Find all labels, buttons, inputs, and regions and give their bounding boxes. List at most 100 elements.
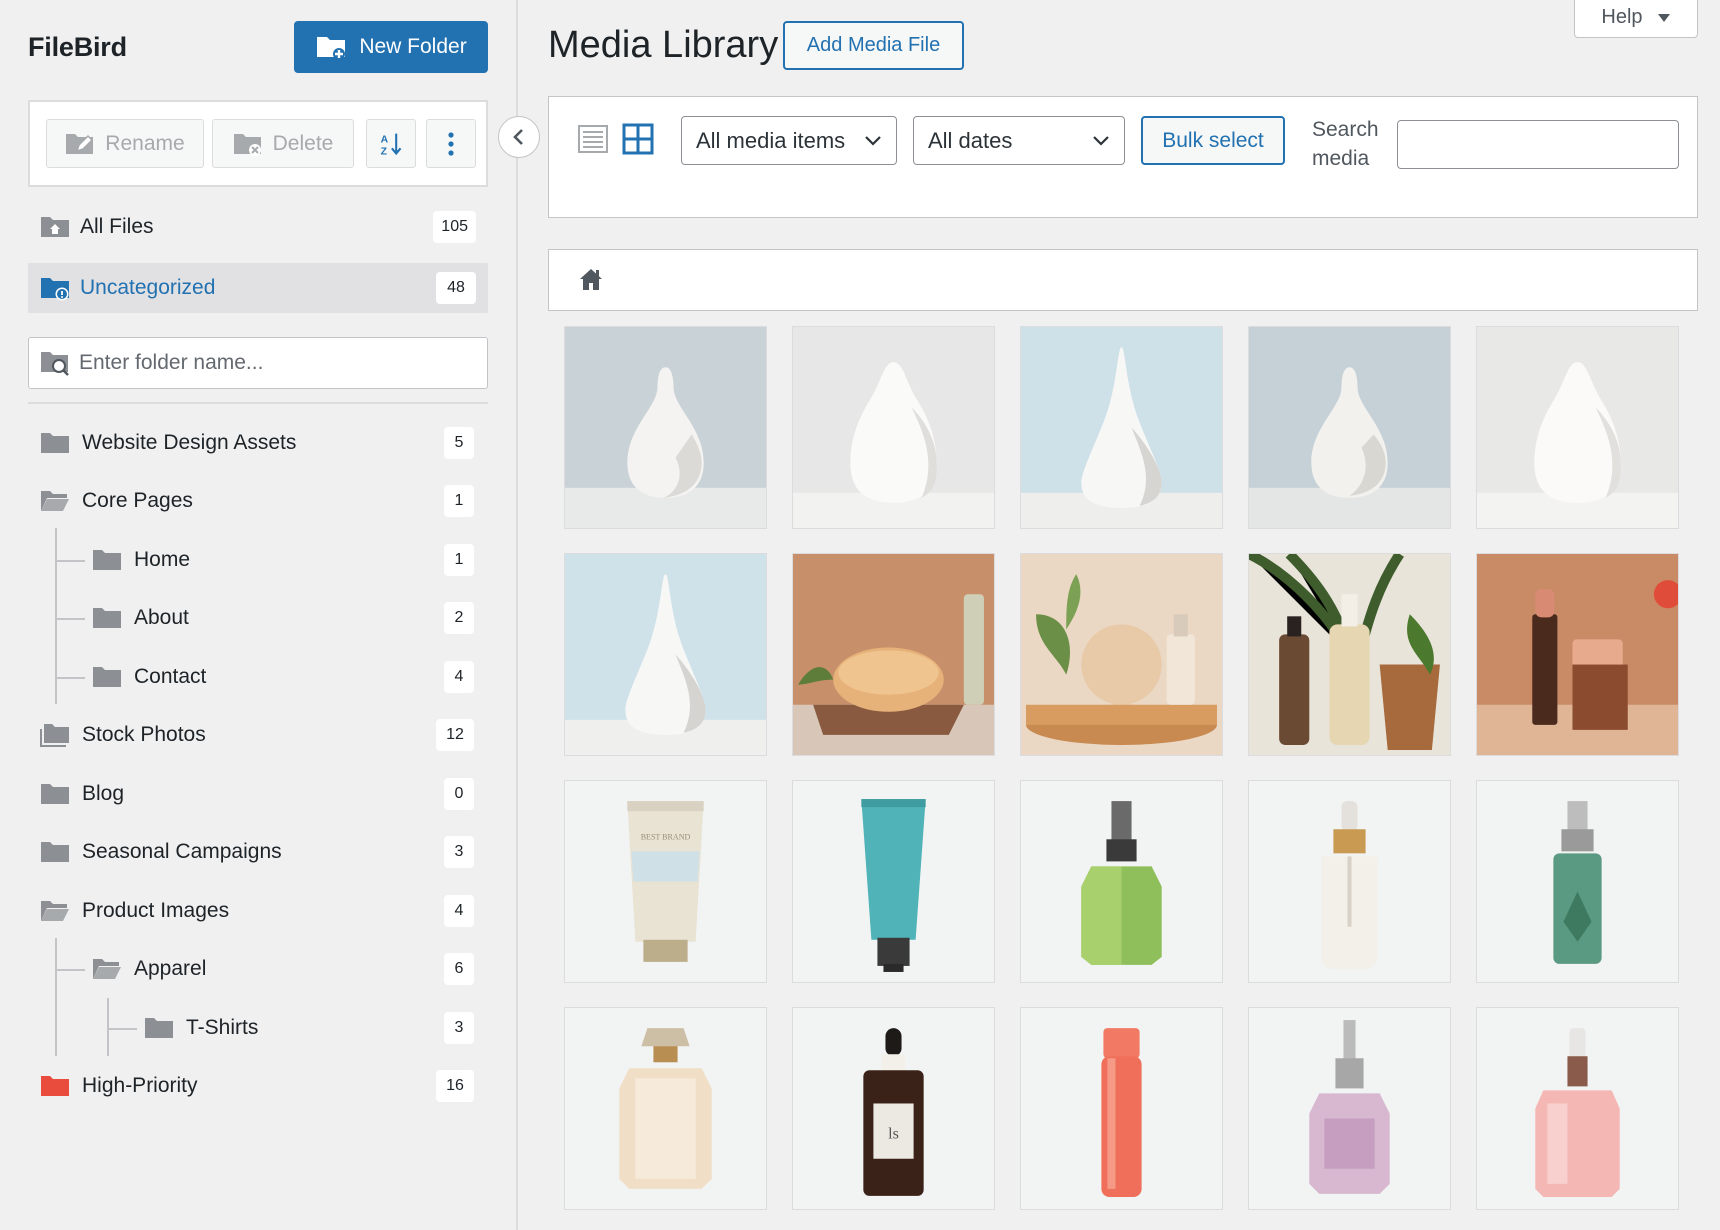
sort-button[interactable]: AZ: [366, 119, 416, 168]
svg-text:A: A: [381, 134, 389, 145]
home-folder-icon: [41, 217, 69, 237]
caret-down-icon: [1657, 13, 1670, 22]
vase-image: [793, 327, 994, 528]
folder-count: 3: [444, 1012, 474, 1044]
delete-button[interactable]: Delete: [212, 119, 354, 168]
chevron-down-icon: [865, 136, 881, 146]
all-files-item[interactable]: All Files 105: [28, 202, 488, 252]
add-media-file-button[interactable]: Add Media File: [783, 21, 964, 70]
folder-icon: [41, 433, 69, 453]
media-type-value: All media items: [696, 127, 846, 153]
folder-blog[interactable]: Blog 0: [40, 774, 474, 814]
tree-guide-line: [55, 969, 85, 971]
folder-high-priority[interactable]: High-Priority 16: [40, 1066, 474, 1106]
date-select[interactable]: All dates: [913, 116, 1125, 165]
vase-image: [1249, 327, 1450, 528]
tree-guide-line: [107, 1028, 137, 1030]
help-label: Help: [1601, 6, 1643, 28]
folder-search-input[interactable]: [79, 351, 459, 375]
uncategorized-label: Uncategorized: [80, 276, 216, 299]
media-item[interactable]: [1020, 326, 1223, 529]
chevron-left-icon: [513, 129, 523, 145]
bulk-select-button[interactable]: Bulk select: [1141, 116, 1285, 165]
search-media-input[interactable]: [1397, 120, 1679, 169]
new-folder-button[interactable]: New Folder: [294, 21, 488, 73]
folder-t-shirts[interactable]: T-Shirts 3: [144, 1008, 474, 1048]
svg-text:ls: ls: [888, 1126, 899, 1143]
folder-search-icon: [41, 352, 69, 376]
uncategorized-item[interactable]: Uncategorized 48: [28, 263, 488, 313]
all-files-label: All Files: [80, 215, 154, 238]
rename-button[interactable]: Rename: [46, 119, 204, 168]
more-options-button[interactable]: [426, 119, 476, 168]
media-item[interactable]: [1020, 553, 1223, 756]
folder-edit-icon: [66, 133, 94, 154]
vase-image: [565, 327, 766, 528]
media-item[interactable]: [564, 553, 767, 756]
media-item[interactable]: ls: [792, 1007, 995, 1210]
media-item[interactable]: [1476, 326, 1679, 529]
svg-text:Z: Z: [381, 146, 388, 157]
media-item[interactable]: [1476, 780, 1679, 983]
home-icon[interactable]: [577, 266, 605, 294]
folder-count: 12: [436, 719, 474, 751]
folder-home[interactable]: Home 1: [92, 540, 474, 580]
grid-view-icon[interactable]: [622, 123, 654, 155]
perfume-bottle-image: [1249, 1008, 1450, 1209]
list-view-icon[interactable]: [577, 123, 609, 155]
media-item[interactable]: [1248, 780, 1451, 983]
media-item[interactable]: [1248, 553, 1451, 756]
media-item[interactable]: [792, 326, 995, 529]
svg-text:BEST BRAND: BEST BRAND: [641, 832, 691, 841]
media-item[interactable]: [1476, 553, 1679, 756]
lipstick-image: [1477, 554, 1678, 755]
delete-label: Delete: [272, 131, 334, 155]
media-item[interactable]: BEST BRAND: [564, 780, 767, 983]
folder-label: Contact: [134, 665, 207, 688]
page-title: Media Library: [548, 24, 779, 66]
tube-image: BEST BRAND: [565, 781, 766, 982]
date-value: All dates: [928, 127, 1013, 153]
tree-guide-line: [107, 998, 109, 1056]
folder-search-field[interactable]: [28, 337, 488, 389]
media-item[interactable]: [564, 326, 767, 529]
media-type-select[interactable]: All media items: [681, 116, 897, 165]
folder-contact[interactable]: Contact 4: [92, 657, 474, 697]
soap-image: [793, 554, 994, 755]
help-button[interactable]: Help: [1574, 0, 1698, 38]
folder-core-pages[interactable]: Core Pages 1: [40, 481, 474, 521]
media-item[interactable]: [792, 780, 995, 983]
media-item[interactable]: [1248, 1007, 1451, 1210]
vase-image: [565, 554, 766, 755]
folder-product-images[interactable]: Product Images 4: [40, 891, 474, 931]
all-files-count: 105: [433, 211, 476, 243]
perfume-bottle-image: [1477, 781, 1678, 982]
media-item[interactable]: [792, 553, 995, 756]
media-item[interactable]: [564, 1007, 767, 1210]
folder-label: About: [134, 606, 189, 629]
media-grid: BEST BRAND ls: [564, 326, 1684, 1226]
folder-count: 4: [444, 895, 474, 927]
folder-about[interactable]: About 2: [92, 598, 474, 638]
folder-count: 0: [444, 778, 474, 810]
bottles-image: [1249, 554, 1450, 755]
folder-count: 4: [444, 661, 474, 693]
media-item[interactable]: [1020, 1007, 1223, 1210]
folder-label: Blog: [82, 782, 125, 805]
uncategorized-folder-icon: [41, 278, 69, 301]
uncategorized-count: 48: [436, 272, 476, 304]
folder-sidebar: FileBird New Folder Rename Delete AZ All…: [0, 0, 518, 1230]
folder-website-design-assets[interactable]: Website Design Assets 5: [40, 423, 474, 463]
collapse-sidebar-button[interactable]: [498, 116, 540, 158]
media-filter-bar: All media items All dates Bulk select Se…: [548, 96, 1698, 218]
folder-icon: [41, 842, 69, 862]
folder-seasonal-campaigns[interactable]: Seasonal Campaigns 3: [40, 832, 474, 872]
media-item[interactable]: [1476, 1007, 1679, 1210]
media-item[interactable]: [1020, 780, 1223, 983]
folder-icon: [145, 1018, 173, 1038]
folder-label: Website Design Assets: [82, 431, 297, 454]
folder-stock-photos[interactable]: Stock Photos 12: [40, 715, 474, 755]
folder-apparel[interactable]: Apparel 6: [92, 949, 474, 989]
cosmetics-image: [1021, 554, 1222, 755]
media-item[interactable]: [1248, 326, 1451, 529]
